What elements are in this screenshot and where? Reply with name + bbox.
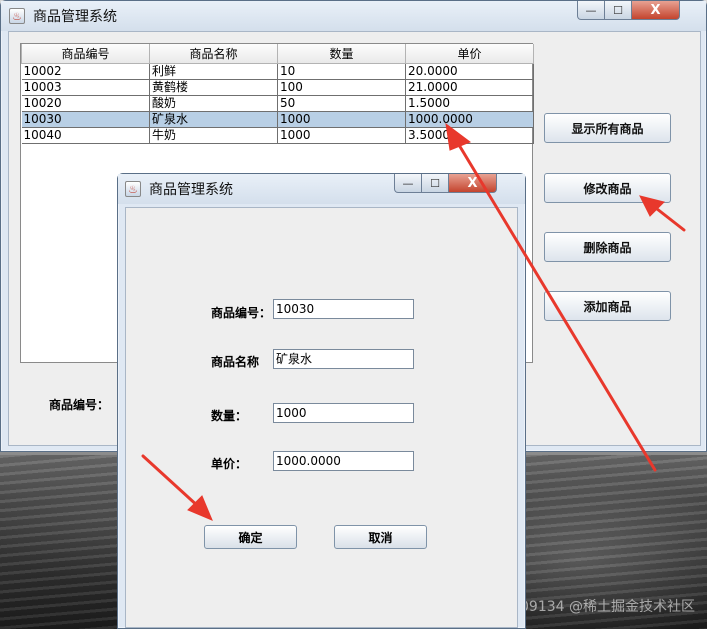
cell-qty: 50 <box>277 95 406 112</box>
product-table: 商品编号 商品名称 数量 单价 10002 利鲜 10 20.0000 1000… <box>21 44 534 144</box>
cell-qty: 1000 <box>277 127 406 144</box>
product-name-label: 商品名称 <box>211 355 260 369</box>
cell-name: 酸奶 <box>149 95 278 112</box>
add-product-button[interactable]: 添加商品 <box>544 291 671 321</box>
cell-id: 10040 <box>21 127 150 144</box>
price-label: 单价： <box>211 457 248 471</box>
product-id-field[interactable]: 10030 <box>273 299 414 319</box>
table-row[interactable]: 10020 酸奶 50 1.5000 <box>21 95 534 112</box>
product-id-label: 商品编号： <box>211 306 272 320</box>
maximize-button[interactable]: ☐ <box>422 174 449 193</box>
table-header-row: 商品编号 商品名称 数量 单价 <box>21 44 534 64</box>
confirm-button[interactable]: 确定 <box>204 525 297 549</box>
column-header-name[interactable]: 商品名称 <box>149 44 278 64</box>
modify-product-button[interactable]: 修改商品 <box>544 173 671 203</box>
minimize-button[interactable]: — <box>577 1 605 20</box>
dialog-title: 商品管理系统 <box>149 182 233 198</box>
table-row[interactable]: 10002 利鲜 10 20.0000 <box>21 63 534 80</box>
cancel-button[interactable]: 取消 <box>334 525 427 549</box>
column-header-id[interactable]: 商品编号 <box>21 44 150 64</box>
cell-qty: 1000 <box>277 111 406 128</box>
cell-name: 牛奶 <box>149 127 278 144</box>
close-button[interactable]: X <box>632 1 680 20</box>
table-row-selected[interactable]: 10030 矿泉水 1000 1000.0000 <box>21 111 534 128</box>
delete-product-button[interactable]: 删除商品 <box>544 232 671 262</box>
maximize-button[interactable]: ☐ <box>605 1 632 20</box>
cell-id: 10030 <box>21 111 150 128</box>
bottom-product-id-label: 商品编号： <box>49 398 110 412</box>
main-window-controls: — ☐ X <box>577 1 680 20</box>
cell-name: 矿泉水 <box>149 111 278 128</box>
dialog-window-controls: — ☐ X <box>394 174 497 193</box>
cell-price: 20.0000 <box>405 63 534 80</box>
cell-price: 1.5000 <box>405 95 534 112</box>
product-name-field[interactable]: 矿泉水 <box>273 349 414 369</box>
price-field[interactable]: 1000.0000 <box>273 451 414 471</box>
table-row[interactable]: 10040 牛奶 1000 3.5000 <box>21 127 534 144</box>
column-header-qty[interactable]: 数量 <box>277 44 406 64</box>
cell-qty: 100 <box>277 79 406 96</box>
cell-id: 10003 <box>21 79 150 96</box>
modify-dialog: ♨ 商品管理系统 — ☐ X 商品编号： 10030 商品名称 矿泉水 数量： … <box>117 173 526 629</box>
java-cup-icon: ♨ <box>125 181 141 197</box>
cell-price: 1000.0000 <box>405 111 534 128</box>
column-header-price[interactable]: 单价 <box>405 44 534 64</box>
java-cup-icon: ♨ <box>9 8 25 24</box>
quantity-field[interactable]: 1000 <box>273 403 414 423</box>
cell-name: 利鲜 <box>149 63 278 80</box>
cell-price: 21.0000 <box>405 79 534 96</box>
cell-name: 黄鹤楼 <box>149 79 278 96</box>
quantity-label: 数量： <box>211 409 248 423</box>
cell-id: 10020 <box>21 95 150 112</box>
cell-id: 10002 <box>21 63 150 80</box>
cell-qty: 10 <box>277 63 406 80</box>
show-all-products-button[interactable]: 显示所有商品 <box>544 113 671 143</box>
minimize-button[interactable]: — <box>394 174 422 193</box>
close-button[interactable]: X <box>449 174 497 193</box>
table-row[interactable]: 10003 黄鹤楼 100 21.0000 <box>21 79 534 96</box>
main-window-title: 商品管理系统 <box>33 9 117 25</box>
dialog-content: 商品编号： 10030 商品名称 矿泉水 数量： 1000 单价： 1000.0… <box>125 207 518 628</box>
cell-price: 3.5000 <box>405 127 534 144</box>
